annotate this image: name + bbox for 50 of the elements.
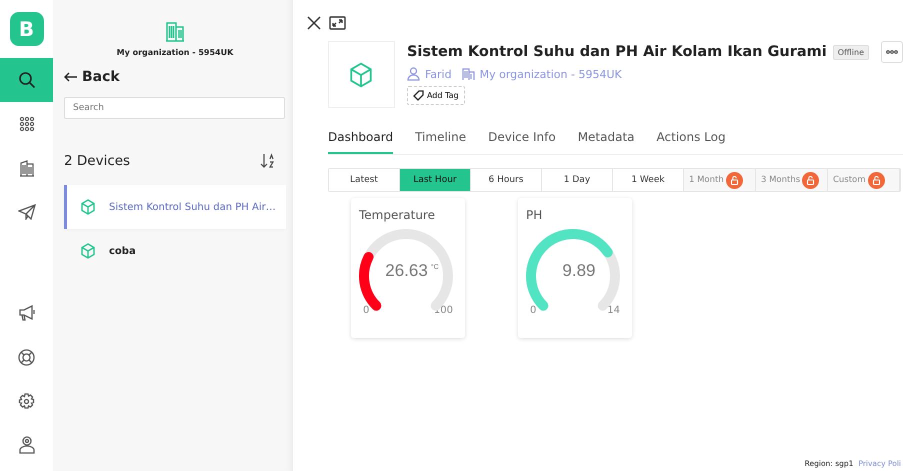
megaphone-icon xyxy=(18,305,36,321)
building-icon xyxy=(18,159,34,177)
logo: B xyxy=(10,12,44,46)
cube-icon xyxy=(348,62,374,88)
gauge-min: 0 xyxy=(530,305,536,316)
more-button[interactable] xyxy=(881,41,903,63)
gauge-value: 26.63 xyxy=(385,261,428,280)
building-icon xyxy=(462,67,475,81)
status-label: Offline xyxy=(832,44,869,60)
tab[interactable]: Metadata xyxy=(578,124,635,154)
unit-label: °C xyxy=(430,264,439,272)
search-field[interactable]: Search xyxy=(64,97,285,119)
lock-icon xyxy=(868,172,885,188)
tab[interactable]: Timeline xyxy=(415,124,466,154)
device-count: 2 Devices xyxy=(64,153,130,169)
arrow-left-icon xyxy=(64,72,78,82)
cube-icon xyxy=(80,199,96,215)
device-list-item[interactable]: Sistem Kontrol Suhu dan PH Air… xyxy=(64,185,286,229)
tab[interactable]: Dashboard xyxy=(328,124,394,154)
search-icon xyxy=(18,71,36,89)
add-tag-button[interactable]: Add Tag xyxy=(406,86,465,105)
sort-icon[interactable] xyxy=(260,153,276,169)
user-icon xyxy=(406,67,420,81)
device-title: Sistem Kontrol Suhu dan PH Air Kolam Ikan Gurami xyxy=(406,44,827,60)
organization-name: My organization - 5954UK xyxy=(116,48,234,57)
back-link[interactable]: Back xyxy=(64,69,286,85)
paper-plane-icon xyxy=(18,204,36,220)
tag-icon xyxy=(412,90,424,101)
lifebuoy-icon xyxy=(18,348,35,366)
widget-title: PH xyxy=(526,208,542,222)
device-list-item[interactable]: coba xyxy=(64,229,286,273)
user-icon xyxy=(18,436,34,454)
expand-icon[interactable] xyxy=(328,16,346,30)
time-range-button[interactable]: Last Hour xyxy=(400,169,471,191)
widget-title: Temperature xyxy=(358,208,435,222)
tab[interactable]: Device Info xyxy=(488,124,556,154)
lock-icon xyxy=(726,172,743,188)
gauge-max: 14 xyxy=(607,305,620,316)
search-nav-button[interactable] xyxy=(0,58,53,102)
building-icon xyxy=(164,20,185,42)
cube-icon xyxy=(80,243,96,259)
tab[interactable]: Actions Log xyxy=(656,124,726,154)
gauge-min: 0 xyxy=(362,305,370,316)
more-icon xyxy=(886,50,898,54)
time-range-button[interactable]: Latest xyxy=(328,169,400,191)
settings-icon xyxy=(18,392,35,410)
lock-icon xyxy=(802,172,820,188)
gauge-value: 9.89 xyxy=(562,261,596,280)
grid-icon xyxy=(18,116,34,132)
close-icon[interactable] xyxy=(306,16,321,30)
